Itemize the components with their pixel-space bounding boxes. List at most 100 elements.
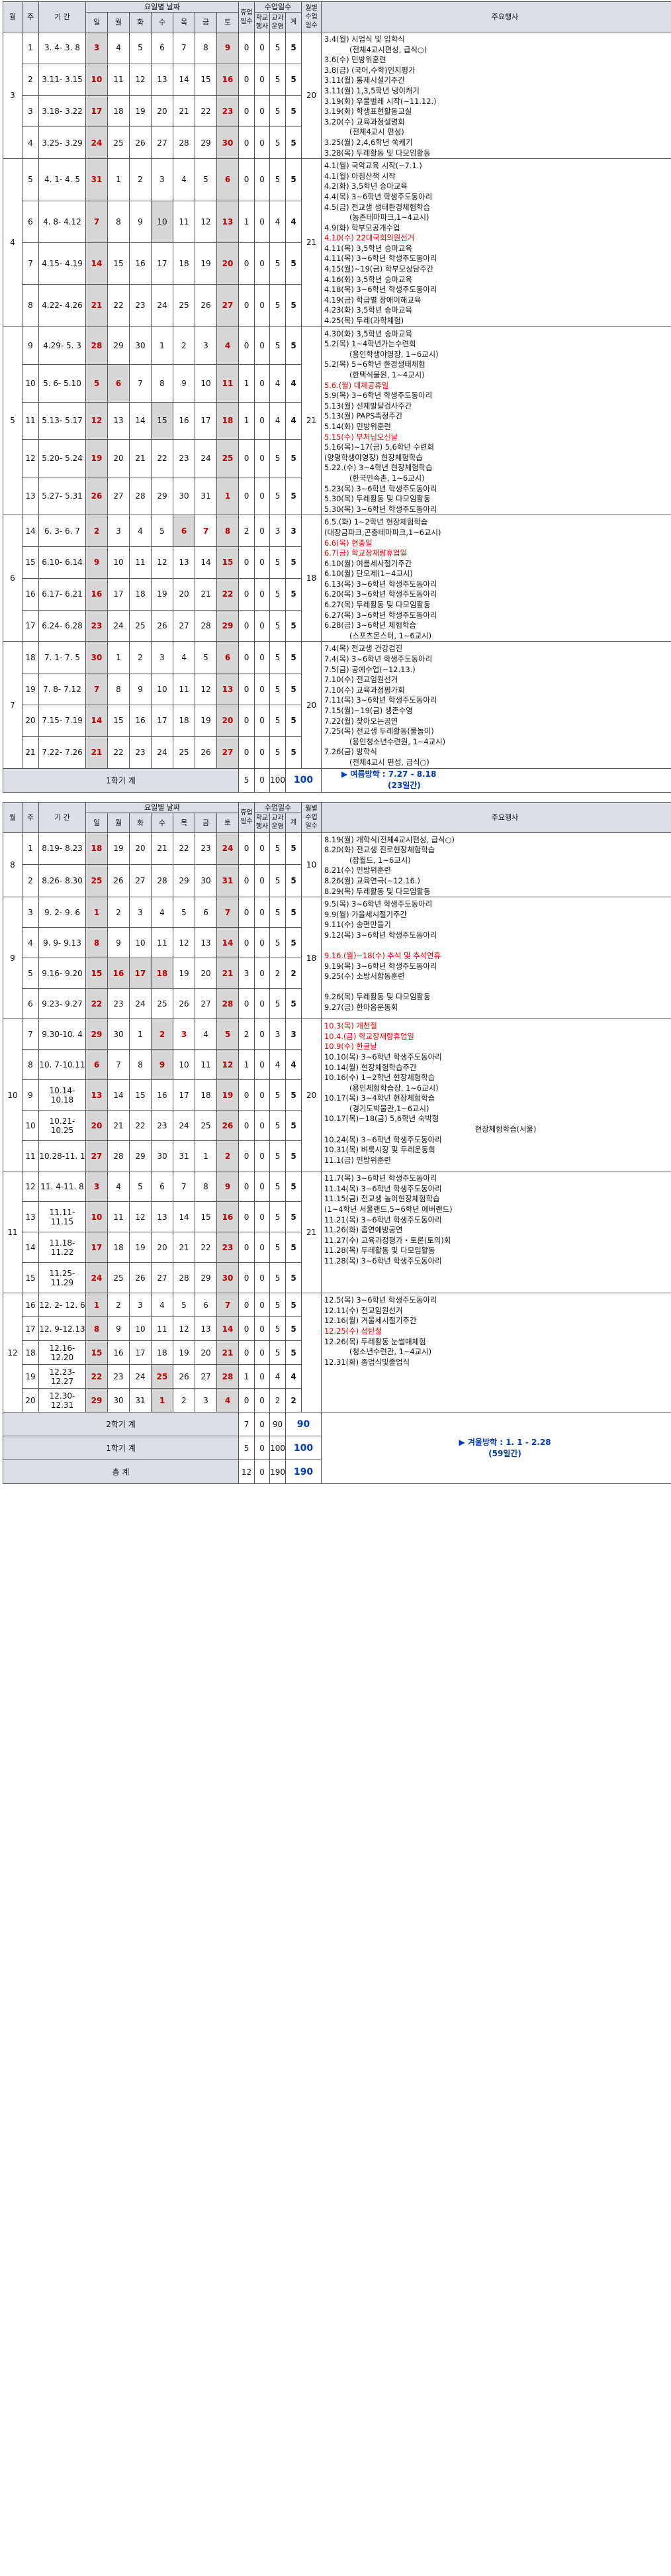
event-item: 7.25(목) 전교생 두레활동(물놀이) bbox=[324, 726, 434, 736]
week-number: 11 bbox=[22, 1140, 39, 1172]
day-cell: 2 bbox=[173, 326, 195, 365]
week-period: 10. 7-10.11 bbox=[38, 1049, 86, 1081]
week-period: 12. 9-12.13 bbox=[38, 1316, 86, 1342]
day-cell: 14 bbox=[195, 546, 217, 579]
day-cell: 29 bbox=[195, 126, 217, 160]
semester1-total-label: 1학기 계 bbox=[2, 768, 240, 793]
day-cell: 10 bbox=[129, 927, 152, 959]
event-item: 6.27(목) 3~6학년 학생주도동아리 bbox=[324, 610, 437, 620]
week-period: 10.28-11. 1 bbox=[38, 1140, 86, 1172]
week-number: 13 bbox=[22, 1201, 39, 1233]
winter-vacation-days: (59일간) bbox=[488, 1448, 521, 1458]
day-cell: 23 bbox=[129, 736, 152, 769]
holiday-count: 0 bbox=[238, 641, 255, 674]
total-days: 90 bbox=[285, 1412, 322, 1437]
day-cell: 1 bbox=[195, 1140, 217, 1172]
week-total-days: 5 bbox=[285, 705, 302, 737]
day-cell: 15 bbox=[107, 242, 130, 285]
event-item: 7.11(목) 3~6학년 학생주도동아리 bbox=[324, 695, 437, 705]
week-total-days: 5 bbox=[285, 1171, 302, 1203]
day-cell: 19 bbox=[129, 1232, 152, 1263]
day-cell: 19 bbox=[195, 705, 217, 737]
week-number: 9 bbox=[22, 1079, 39, 1111]
day-cell: 15 bbox=[129, 1079, 152, 1111]
event-item: 6.6(목) 현충일 bbox=[324, 538, 373, 548]
curriculum-days: 5 bbox=[269, 927, 287, 959]
event-item: 11.1(금) 민방위훈련 bbox=[324, 1155, 391, 1165]
week-total-days: 5 bbox=[285, 1293, 302, 1318]
week-number: 8 bbox=[22, 284, 39, 327]
day-cell: 28 bbox=[173, 1262, 195, 1294]
week-number: 14 bbox=[22, 515, 39, 548]
event-item: 12.26(목) 두레활동 눈썰매체험 bbox=[324, 1336, 426, 1346]
day-cell: 22 bbox=[85, 988, 108, 1020]
day-cell: 12 bbox=[129, 1201, 152, 1233]
day-cell: 1 bbox=[151, 1388, 173, 1413]
day-cell: 27 bbox=[173, 609, 195, 642]
header-class-days-sub: 학교행사 bbox=[254, 812, 271, 833]
holiday-count: 0 bbox=[238, 673, 255, 705]
school-event-days: 0 bbox=[254, 1079, 271, 1111]
holiday-count: 3 bbox=[238, 958, 255, 989]
day-cell: 5 bbox=[173, 897, 195, 928]
day-cell: 19 bbox=[195, 242, 217, 285]
event-item: (한택식물원, 1~4교시) bbox=[349, 370, 425, 379]
week-period: 9.30-10. 4 bbox=[38, 1018, 86, 1050]
school-event-days: 0 bbox=[254, 1018, 271, 1050]
event-item: 5.14(화) 민방위훈련 bbox=[324, 421, 391, 431]
day-cell: 24 bbox=[129, 988, 152, 1020]
week-period: 3. 4- 3. 8 bbox=[38, 32, 86, 64]
holiday-count: 1 bbox=[238, 1364, 255, 1389]
day-cell: 3 bbox=[195, 326, 217, 365]
school-event-days: 0 bbox=[254, 242, 271, 285]
event-item: 7.10(수) 교육과정평가회 bbox=[324, 685, 405, 695]
day-cell: 10 bbox=[151, 200, 173, 243]
week-period: 3.18- 3.22 bbox=[38, 95, 86, 128]
week-period: 5.13- 5.17 bbox=[38, 401, 86, 440]
day-cell: 9 bbox=[216, 32, 240, 64]
event-item: 10.16(수) 1~2학년 현장체험학습 bbox=[324, 1073, 435, 1083]
monthly-class-days: 20 bbox=[301, 641, 322, 769]
event-item: 4.1(월) 아침산책 시작 bbox=[324, 171, 396, 181]
day-cell: 22 bbox=[107, 284, 130, 327]
event-item bbox=[324, 941, 671, 952]
day-cell: 5 bbox=[151, 515, 173, 548]
curriculum-days: 2 bbox=[269, 958, 287, 989]
event-item: 4.1(월) 국악교육 시작(~7.1.) bbox=[324, 161, 422, 171]
event-item: 6.10(월) 단오제(1~4교시) bbox=[324, 569, 413, 579]
total-events: 0 bbox=[254, 1412, 271, 1437]
day-cell: 20 bbox=[195, 1340, 217, 1365]
week-period: 3.25- 3.29 bbox=[38, 126, 86, 160]
total-curriculum: 190 bbox=[269, 1460, 287, 1485]
school-event-days: 0 bbox=[254, 546, 271, 579]
event-item: 7.4(목) 전교생 건강검진 bbox=[324, 644, 403, 654]
day-cell: 26 bbox=[173, 1364, 195, 1389]
events-cell: 7.4(목) 전교생 건강검진 7.4(목) 3~6학년 학생주도동아리 7.5(금… bbox=[321, 641, 671, 769]
week-number: 7 bbox=[22, 1018, 39, 1050]
day-cell: 12 bbox=[216, 1049, 240, 1081]
day-cell: 8 bbox=[85, 927, 108, 959]
curriculum-days: 5 bbox=[269, 1079, 287, 1111]
event-item: 5.13(월) 신체발달검사주간 bbox=[324, 401, 412, 411]
curriculum-days: 5 bbox=[269, 577, 287, 611]
week-period: 12. 2- 12. 6 bbox=[38, 1293, 86, 1318]
day-cell: 16 bbox=[173, 401, 195, 440]
curriculum-days: 5 bbox=[269, 32, 287, 64]
total-label: 총 계 bbox=[2, 1460, 240, 1485]
school-event-days: 0 bbox=[254, 200, 271, 243]
day-cell: 6 bbox=[151, 32, 173, 64]
day-cell: 21 bbox=[216, 958, 240, 989]
day-cell: 1 bbox=[216, 477, 240, 516]
event-item: (농촌테마파크,1~4교시) bbox=[349, 213, 429, 223]
day-cell: 14 bbox=[85, 705, 108, 737]
curriculum-days: 5 bbox=[269, 326, 287, 365]
week-total-days: 5 bbox=[285, 897, 302, 928]
week-total-days: 4 bbox=[285, 364, 302, 403]
day-cell: 5 bbox=[195, 641, 217, 674]
curriculum-days: 5 bbox=[269, 897, 287, 928]
day-cell: 1 bbox=[151, 326, 173, 365]
day-cell: 19 bbox=[129, 95, 152, 128]
school-event-days: 0 bbox=[254, 1340, 271, 1365]
event-item: 10.3(목) 개천절 bbox=[324, 1021, 377, 1031]
curriculum-days: 4 bbox=[269, 1364, 287, 1389]
